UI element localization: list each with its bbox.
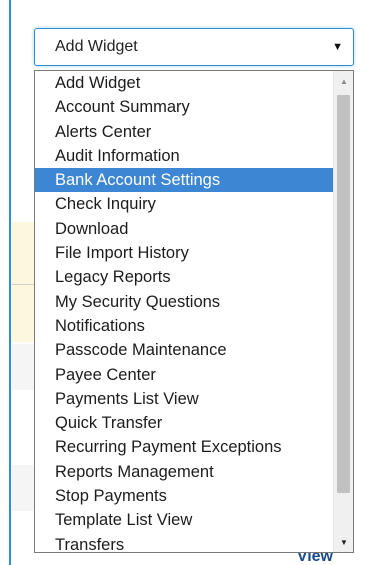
dropdown-option[interactable]: Legacy Reports xyxy=(35,265,333,289)
scrollbar[interactable]: ▲ ▼ xyxy=(333,71,353,552)
background-highlight-row xyxy=(12,222,34,342)
dropdown-option[interactable]: Quick Transfer xyxy=(35,411,333,435)
dropdown-option[interactable]: Bank Account Settings xyxy=(35,168,333,193)
dropdown-option[interactable]: Payee Center xyxy=(35,363,333,387)
options-container: Add Widget Account Summary Alerts Center Au… xyxy=(35,71,333,552)
dropdown-option[interactable]: Account Summary xyxy=(35,95,333,119)
background-row xyxy=(12,344,34,390)
dropdown-option[interactable]: Notifications xyxy=(35,314,333,338)
dropdown-option[interactable]: Download xyxy=(35,217,333,241)
dropdown-option[interactable]: Template List View xyxy=(35,508,333,532)
add-widget-select[interactable]: Add Widget ▼ xyxy=(34,28,354,66)
background-divider xyxy=(12,284,34,285)
background-row xyxy=(12,465,34,511)
dropdown-option[interactable]: Audit Information xyxy=(35,144,333,168)
widget-options-list[interactable]: Add Widget Account Summary Alerts Center Au… xyxy=(34,70,354,553)
dropdown-option[interactable]: Alerts Center xyxy=(35,120,333,144)
chevron-down-icon: ▼ xyxy=(332,41,343,53)
dropdown-option[interactable]: Transfers xyxy=(35,533,333,552)
select-value: Add Widget xyxy=(55,38,138,55)
dropdown-option[interactable]: Payments List View xyxy=(35,387,333,411)
dropdown-option[interactable]: File Import History xyxy=(35,241,333,265)
scroll-down-arrow-icon[interactable]: ▼ xyxy=(334,532,353,552)
dropdown-option[interactable]: Check Inquiry xyxy=(35,192,333,216)
dropdown-option[interactable]: Passcode Maintenance xyxy=(35,338,333,362)
dropdown-option[interactable]: Recurring Payment Exceptions xyxy=(35,435,333,459)
page-panel-edge xyxy=(0,0,11,565)
dropdown-option[interactable]: Add Widget xyxy=(35,71,333,95)
dropdown-option[interactable]: Stop Payments xyxy=(35,484,333,508)
dropdown-option[interactable]: Reports Management xyxy=(35,460,333,484)
dropdown-option[interactable]: My Security Questions xyxy=(35,290,333,314)
scroll-up-arrow-icon[interactable]: ▲ xyxy=(334,71,353,91)
scrollbar-thumb[interactable] xyxy=(337,95,350,493)
